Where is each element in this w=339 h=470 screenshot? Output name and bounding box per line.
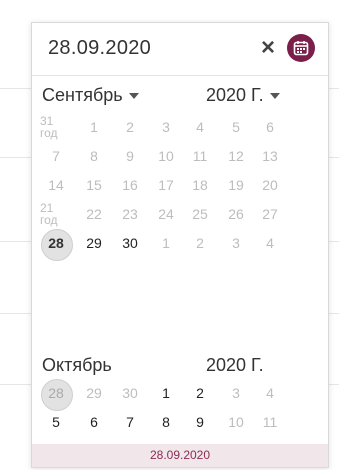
datepicker: 28.09.2020 × Сентябрь 2020 Г. 31 год 1 2 3 4 5… bbox=[31, 22, 329, 468]
day-cell: 23 bbox=[122, 206, 138, 222]
day-cell[interactable]: 8 bbox=[152, 408, 180, 437]
day-cell[interactable]: 1 bbox=[152, 379, 180, 408]
day-cell: 29 bbox=[86, 385, 102, 401]
day-cell: 11 bbox=[192, 148, 208, 164]
day-cell: 26 bbox=[228, 206, 244, 222]
day-cell: 4 bbox=[266, 385, 274, 401]
day-cell: 20 bbox=[262, 177, 278, 193]
september-grid: 31 год 1 2 3 4 5 6 7 8 9 10 11 12 13 14 15 16 17 18 19 20 21 го… bbox=[32, 113, 328, 261]
calendar-button[interactable] bbox=[287, 34, 315, 62]
october-month-label: Октябрь bbox=[42, 355, 112, 375]
chevron-down-icon bbox=[128, 93, 139, 100]
day-cell[interactable]: 7 bbox=[116, 408, 144, 437]
day-cell: 14 bbox=[48, 177, 64, 193]
calendar-header: Сентябрь 2020 Г. bbox=[32, 81, 328, 111]
day-cell[interactable]: 28 bbox=[41, 228, 73, 261]
week-row: 28 29 30 1 2 3 4 bbox=[32, 378, 328, 411]
october-header: Октябрь 2020 Г. bbox=[32, 349, 328, 377]
week-row: 5 6 7 8 9 10 11 bbox=[32, 408, 328, 437]
day-cell: 4 bbox=[266, 235, 274, 251]
day-cell: 22 bbox=[86, 206, 102, 222]
day-cell: 27 bbox=[262, 206, 278, 222]
day-cell: 2 bbox=[196, 235, 204, 251]
year-label: 2020 Г. bbox=[206, 85, 264, 105]
week-row: 14 15 16 17 18 19 20 bbox=[32, 171, 328, 200]
day-cell: 10 bbox=[228, 414, 244, 430]
day-cell: 19 bbox=[228, 177, 244, 193]
month-dropdown[interactable]: Сентябрь bbox=[42, 85, 139, 106]
week-label: 21 год bbox=[40, 201, 58, 227]
day-cell[interactable]: 29 bbox=[80, 229, 108, 258]
selected-date-footer: 28.09.2020 bbox=[32, 444, 328, 467]
day-cell: 3 bbox=[232, 385, 240, 401]
day-cell: 17 bbox=[158, 177, 174, 193]
week-row: 21 год 22 23 24 25 26 27 bbox=[32, 200, 328, 229]
day-cell: 2 bbox=[126, 119, 134, 135]
day-cell[interactable]: 6 bbox=[80, 408, 108, 437]
day-cell: 30 bbox=[122, 385, 138, 401]
day-cell[interactable]: 2 bbox=[186, 379, 214, 408]
week-row: 7 8 9 10 11 12 13 bbox=[32, 142, 328, 171]
day-cell: 13 bbox=[262, 148, 278, 164]
day-cell[interactable]: 9 bbox=[186, 408, 214, 437]
week-row: 31 год 1 2 3 4 5 6 bbox=[32, 113, 328, 142]
day-cell[interactable]: 30 bbox=[116, 229, 144, 258]
day-cell: 7 bbox=[52, 148, 60, 164]
day-cell: 15 bbox=[86, 177, 102, 193]
week-label: 31 год bbox=[40, 114, 58, 140]
date-input-row: 28.09.2020 × bbox=[32, 23, 328, 76]
day-cell: 9 bbox=[126, 148, 134, 164]
day-cell: 24 bbox=[158, 206, 174, 222]
day-cell: 3 bbox=[232, 235, 240, 251]
day-cell: 25 bbox=[192, 206, 208, 222]
week-row: 28 29 30 1 2 3 4 bbox=[32, 228, 328, 261]
date-input[interactable]: 28.09.2020 bbox=[48, 36, 151, 60]
chevron-down-icon bbox=[269, 93, 280, 100]
day-cell: 10 bbox=[158, 148, 174, 164]
day-cell: 8 bbox=[90, 148, 98, 164]
day-cell: 4 bbox=[196, 119, 204, 135]
day-cell: 6 bbox=[266, 119, 274, 135]
month-label: Сентябрь bbox=[42, 85, 123, 105]
day-cell: 28 bbox=[41, 378, 73, 411]
day-cell: 12 bbox=[228, 148, 244, 164]
clear-button[interactable]: × bbox=[256, 35, 280, 61]
day-cell: 18 bbox=[192, 177, 208, 193]
year-dropdown[interactable]: 2020 Г. bbox=[206, 85, 280, 106]
day-cell: 3 bbox=[162, 119, 170, 135]
day-cell: 16 bbox=[122, 177, 138, 193]
day-cell: 1 bbox=[90, 119, 98, 135]
october-grid: 28 29 30 1 2 3 4 5 6 7 8 9 10 11 bbox=[32, 378, 328, 437]
day-cell[interactable]: 5 bbox=[42, 408, 70, 437]
day-cell: 5 bbox=[232, 119, 240, 135]
october-year-label: 2020 Г. bbox=[206, 355, 264, 375]
day-cell: 1 bbox=[162, 235, 170, 251]
day-cell: 11 bbox=[262, 414, 278, 430]
calendar-icon bbox=[293, 41, 309, 56]
